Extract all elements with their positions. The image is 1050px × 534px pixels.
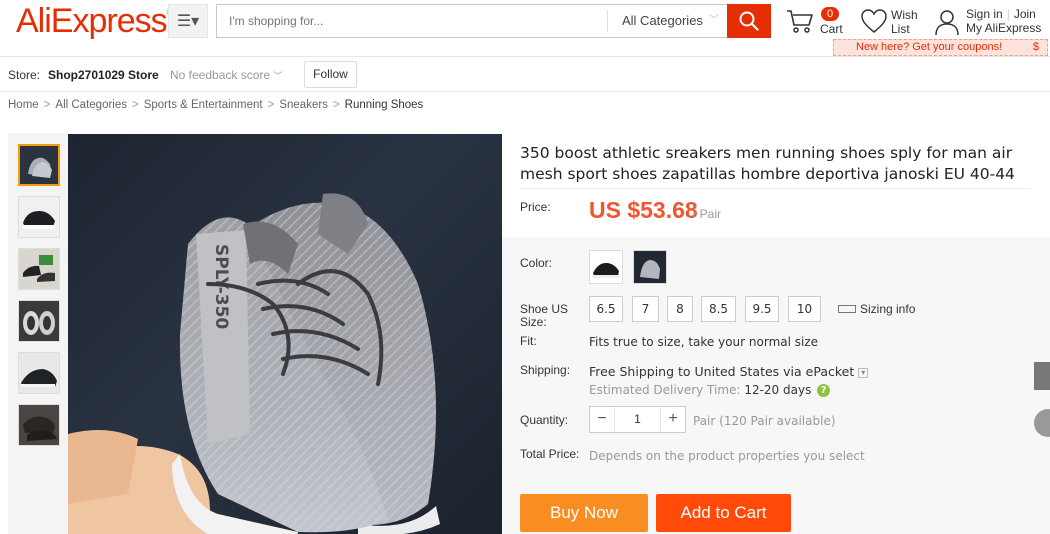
price-unit: / Pair: [693, 207, 722, 221]
dollar-icon: $: [1032, 41, 1039, 53]
delivery-time: Estimated Delivery Time: 12-20 days ?: [589, 383, 831, 397]
help-icon[interactable]: ?: [817, 384, 831, 397]
cart-count-badge: 0: [821, 7, 840, 21]
chevron-down-icon: ﹀: [709, 15, 719, 26]
breadcrumb-running-shoes[interactable]: Running Shoes: [345, 99, 424, 111]
sizing-info-link[interactable]: Sizing info: [838, 302, 915, 316]
user-icon[interactable]: [934, 8, 960, 36]
store-bar: Store: Shop2701029 Store No feedback sco…: [0, 58, 1050, 92]
sneaker-illustration: SPLY-350: [68, 193, 440, 534]
size-option-8[interactable]: 8: [667, 296, 693, 322]
size-option-8-5[interactable]: 8.5: [701, 296, 736, 322]
divider: [520, 188, 1030, 189]
breadcrumb: Home > All Categories > Sports & Entertainme…: [8, 99, 424, 111]
breadcrumb-all-categories[interactable]: All Categories: [55, 99, 127, 111]
side-widget-tab[interactable]: [1034, 362, 1050, 390]
search-button[interactable]: [727, 4, 771, 38]
product-price: US $53.68: [589, 197, 698, 223]
wish-list-link[interactable]: Wish List: [891, 8, 918, 36]
size-label: Shoe US Size:: [520, 302, 569, 329]
store-name[interactable]: Shop2701029 Store: [48, 68, 159, 82]
add-to-cart-button[interactable]: Add to Cart: [656, 494, 791, 532]
aliexpress-logo[interactable]: AliExpress®: [16, 2, 172, 41]
size-option-7[interactable]: 7: [632, 296, 659, 322]
cart-link[interactable]: Cart: [820, 22, 843, 36]
size-option-9-5[interactable]: 9.5: [745, 296, 779, 322]
stock-available: Pair (120 Pair available): [693, 414, 836, 428]
search-icon: [739, 11, 759, 31]
total-price-value: Depends on the product properties you se…: [589, 449, 865, 463]
main-product-image[interactable]: SPLY-350: [68, 134, 502, 534]
thumbnail-6[interactable]: [18, 404, 60, 446]
thumbnail-3[interactable]: [18, 248, 60, 290]
breadcrumb-home[interactable]: Home: [8, 99, 39, 111]
chevron-down-icon[interactable]: ▾: [858, 367, 869, 378]
thumbnail-2[interactable]: [18, 196, 60, 238]
quantity-label: Quantity:: [520, 413, 569, 427]
follow-button[interactable]: Follow: [304, 61, 357, 88]
category-select[interactable]: All Categories ﹀: [607, 10, 727, 32]
product-section: SPLY-350 350 boost athletic sreakers men…: [8, 133, 1050, 534]
store-label: Store:: [8, 68, 41, 82]
hamburger-icon: ☰▾: [176, 13, 200, 30]
search-bar: All Categories ﹀: [216, 4, 770, 38]
product-title: 350 boost athletic sreakers men running …: [520, 144, 1015, 183]
search-input[interactable]: [217, 5, 607, 37]
size-option-10[interactable]: 10: [788, 296, 821, 322]
color-label: Color:: [520, 256, 553, 270]
product-info: 350 boost athletic sreakers men running …: [502, 133, 1050, 534]
sign-in-link[interactable]: Sign in: [966, 7, 1003, 21]
header: AliExpress® ☰▾ All Categories ﹀ 0 Cart W…: [0, 0, 1050, 57]
thumbnail-4[interactable]: [18, 300, 60, 342]
chevron-down-icon: ﹀: [273, 71, 283, 81]
buy-now-button[interactable]: Buy Now: [520, 494, 648, 532]
color-option-black[interactable]: [589, 250, 623, 284]
heart-icon[interactable]: [860, 8, 888, 34]
account-links: Sign in | Join My AliExpress: [966, 7, 1042, 35]
free-shipping-text: Free Shipping: [589, 364, 675, 379]
cart-icon[interactable]: [786, 8, 814, 34]
join-link[interactable]: Join: [1014, 7, 1036, 21]
category-menu-button[interactable]: ☰▾: [168, 4, 208, 38]
quantity-decrease-button[interactable]: −: [590, 407, 614, 432]
price-label: Price:: [520, 200, 551, 214]
thumbnail-1[interactable]: [18, 144, 60, 186]
shipping-label: Shipping:: [520, 363, 571, 377]
size-option-6-5[interactable]: 6.5: [589, 296, 623, 322]
breadcrumb-sports[interactable]: Sports & Entertainment: [144, 99, 263, 111]
fit-label: Fit:: [520, 334, 537, 348]
ruler-icon: [838, 304, 856, 313]
feedback-score[interactable]: No feedback score ﹀: [170, 68, 282, 82]
quantity-input[interactable]: 1: [614, 407, 661, 432]
fit-value: Fits true to size, take your normal size: [589, 335, 819, 349]
coupon-banner[interactable]: New here? Get your coupons! $: [833, 39, 1048, 56]
quantity-increase-button[interactable]: +: [661, 407, 685, 432]
total-price-label: Total Price:: [520, 447, 580, 461]
breadcrumb-sneakers[interactable]: Sneakers: [279, 99, 328, 111]
my-aliexpress-link[interactable]: My AliExpress: [966, 21, 1041, 35]
shipping-value: Free Shipping to United States via ePack…: [589, 364, 869, 379]
quantity-stepper: − 1 +: [589, 406, 686, 433]
color-option-grey[interactable]: [633, 250, 667, 284]
thumbnail-5[interactable]: [18, 352, 60, 394]
